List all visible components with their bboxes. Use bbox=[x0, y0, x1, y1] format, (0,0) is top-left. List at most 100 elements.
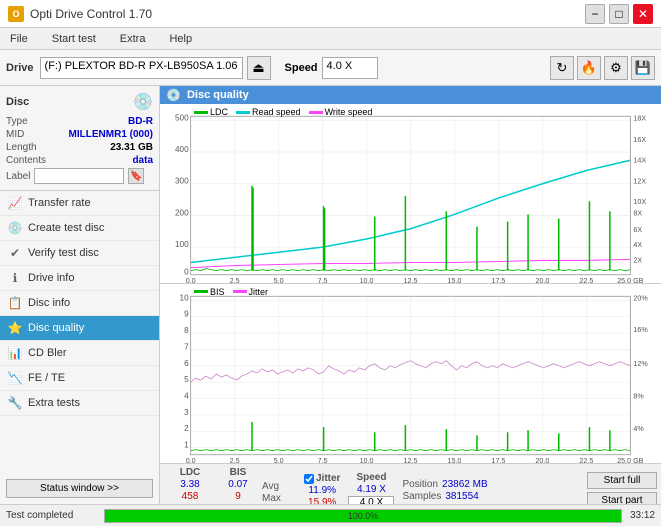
avg-label: Avg bbox=[262, 481, 279, 492]
settings-button[interactable]: ⚙ bbox=[604, 56, 628, 80]
label-input[interactable] bbox=[34, 168, 124, 184]
svg-text:10.0: 10.0 bbox=[360, 457, 374, 463]
avg-ldc: 3.38 bbox=[180, 479, 199, 490]
svg-text:12%: 12% bbox=[633, 360, 648, 368]
menu-start-test[interactable]: Start test bbox=[48, 32, 100, 46]
chart-header-icon: 💿 bbox=[166, 88, 181, 102]
disc-icon: 💿 bbox=[133, 92, 153, 112]
nav-drive-info[interactable]: ℹ Drive info bbox=[0, 266, 159, 291]
svg-text:7.5: 7.5 bbox=[318, 457, 328, 463]
menu-extra[interactable]: Extra bbox=[116, 32, 150, 46]
avg-bis: 0.07 bbox=[228, 479, 247, 490]
toolbar: Drive (F:) PLEXTOR BD-R PX-LB950SA 1.06 … bbox=[0, 50, 661, 86]
svg-text:16%: 16% bbox=[633, 326, 648, 334]
svg-text:17.5: 17.5 bbox=[491, 277, 505, 283]
status-window-button[interactable]: Status window >> bbox=[6, 479, 153, 498]
total-ldc: 1290605 bbox=[171, 503, 210, 504]
nav-drive-info-label: Drive info bbox=[28, 272, 74, 284]
svg-text:10X: 10X bbox=[633, 198, 646, 206]
nav-disc-info-label: Disc info bbox=[28, 297, 70, 309]
stats-bar: LDC 3.38 458 1290605 BIS 0.07 9 26848 Av… bbox=[160, 463, 661, 504]
menu-help[interactable]: Help bbox=[165, 32, 196, 46]
nav-transfer-rate[interactable]: 📈 Transfer rate bbox=[0, 191, 159, 216]
jitter-header: Jitter bbox=[316, 473, 340, 484]
svg-text:8: 8 bbox=[184, 326, 189, 335]
bottom-legend: BIS Jitter bbox=[194, 287, 268, 297]
speed-dropdown[interactable]: 4.0 X bbox=[322, 57, 378, 79]
close-button[interactable]: ✕ bbox=[633, 4, 653, 24]
svg-text:3: 3 bbox=[184, 408, 189, 417]
refresh-button[interactable]: ↻ bbox=[550, 56, 574, 80]
maximize-button[interactable]: □ bbox=[609, 4, 629, 24]
svg-text:2.5: 2.5 bbox=[230, 457, 240, 463]
type-value: BD-R bbox=[128, 116, 153, 127]
bis-legend-label: BIS bbox=[210, 287, 225, 297]
start-full-button[interactable]: Start full bbox=[587, 472, 657, 489]
menu-file[interactable]: File bbox=[6, 32, 32, 46]
drive-info-icon: ℹ bbox=[8, 271, 22, 285]
drive-select: (F:) PLEXTOR BD-R PX-LB950SA 1.06 ⏏ bbox=[40, 56, 271, 80]
nav-extra-tests[interactable]: 🔧 Extra tests bbox=[0, 391, 159, 416]
label-label: Label bbox=[6, 171, 30, 182]
length-value: 23.31 GB bbox=[110, 142, 153, 153]
nav-verify-test-disc[interactable]: ✔ Verify test disc bbox=[0, 241, 159, 266]
svg-text:8%: 8% bbox=[633, 392, 644, 400]
progress-time: 33:12 bbox=[630, 510, 655, 521]
svg-text:15.0: 15.0 bbox=[448, 457, 462, 463]
speed-stat-dropdown[interactable]: 4.0 X bbox=[348, 496, 394, 504]
svg-text:20.0: 20.0 bbox=[535, 277, 549, 283]
svg-text:7.5: 7.5 bbox=[318, 277, 328, 283]
label-icon-button[interactable]: 🔖 bbox=[128, 168, 144, 184]
create-test-disc-icon: 💿 bbox=[8, 221, 22, 235]
top-chart-svg: 500 400 300 200 100 0 bbox=[160, 104, 661, 283]
svg-text:12X: 12X bbox=[633, 178, 646, 186]
max-label: Max bbox=[262, 493, 281, 504]
nav-disc-quality[interactable]: ⭐ Disc quality bbox=[0, 316, 159, 341]
contents-label: Contents bbox=[6, 155, 46, 166]
svg-text:2.5: 2.5 bbox=[230, 277, 240, 283]
speed-section: Speed 4.0 X bbox=[285, 57, 378, 79]
disc-quality-icon: ⭐ bbox=[8, 321, 22, 335]
svg-text:22.5: 22.5 bbox=[579, 277, 593, 283]
nav-disc-quality-label: Disc quality bbox=[28, 322, 84, 334]
nav-create-test-disc[interactable]: 💿 Create test disc bbox=[0, 216, 159, 241]
max-bis: 9 bbox=[235, 491, 241, 502]
progress-bar-container: Test completed 100.0% 33:12 bbox=[0, 504, 661, 526]
avg-jitter: 11.9% bbox=[308, 485, 336, 496]
app-icon: O bbox=[8, 6, 24, 22]
svg-text:16X: 16X bbox=[633, 136, 646, 144]
samples-label: Samples bbox=[402, 491, 441, 502]
nav-fe-te[interactable]: 📉 FE / TE bbox=[0, 366, 159, 391]
nav-verify-test-disc-label: Verify test disc bbox=[28, 247, 99, 259]
contents-value: data bbox=[132, 155, 153, 166]
svg-text:7: 7 bbox=[184, 342, 189, 351]
save-button[interactable]: 💾 bbox=[631, 56, 655, 80]
title-text: Opti Drive Control 1.70 bbox=[30, 7, 152, 21]
position-label: Position bbox=[402, 479, 438, 490]
start-part-button[interactable]: Start part bbox=[587, 492, 657, 504]
drive-dropdown[interactable]: (F:) PLEXTOR BD-R PX-LB950SA 1.06 bbox=[40, 57, 243, 79]
drive-label: Drive bbox=[6, 62, 34, 74]
top-legend: LDC Read speed Write speed bbox=[194, 107, 372, 117]
burn-button[interactable]: 🔥 bbox=[577, 56, 601, 80]
extra-tests-icon: 🔧 bbox=[8, 396, 22, 410]
jitter-checkbox[interactable] bbox=[304, 474, 314, 484]
sidebar: Disc 💿 Type BD-R MID MILLENMR1 (000) Len… bbox=[0, 86, 160, 504]
nav-extra-tests-label: Extra tests bbox=[28, 397, 80, 409]
svg-text:25.0 GB: 25.0 GB bbox=[617, 457, 643, 463]
svg-text:5: 5 bbox=[184, 375, 189, 384]
eject-button[interactable]: ⏏ bbox=[247, 56, 271, 80]
mid-value: MILLENMR1 (000) bbox=[69, 129, 153, 140]
nav-cd-bler[interactable]: 📊 CD Bler bbox=[0, 341, 159, 366]
svg-text:6: 6 bbox=[184, 359, 189, 368]
svg-text:4%: 4% bbox=[633, 425, 644, 433]
title-bar: O Opti Drive Control 1.70 − □ ✕ bbox=[0, 0, 661, 28]
fe-te-icon: 📉 bbox=[8, 371, 22, 385]
minimize-button[interactable]: − bbox=[585, 4, 605, 24]
transfer-rate-icon: 📈 bbox=[8, 196, 22, 210]
disc-section: Disc 💿 Type BD-R MID MILLENMR1 (000) Len… bbox=[0, 86, 159, 191]
write-speed-legend-label: Write speed bbox=[325, 107, 373, 117]
nav-disc-info[interactable]: 📋 Disc info bbox=[0, 291, 159, 316]
svg-text:2X: 2X bbox=[633, 256, 642, 264]
chart-title: Disc quality bbox=[187, 89, 249, 101]
